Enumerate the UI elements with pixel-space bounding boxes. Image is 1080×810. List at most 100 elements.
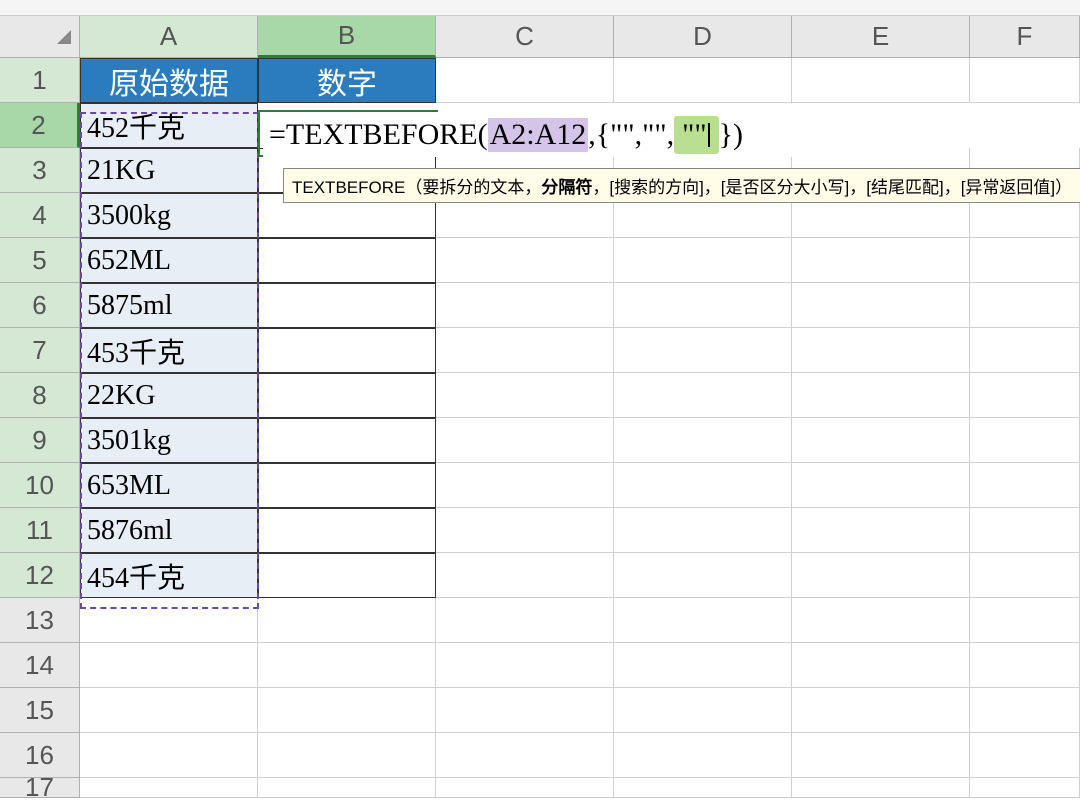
cell-f2[interactable] [970,103,1080,148]
col-header-e[interactable]: E [792,16,970,58]
cell-c6[interactable] [436,283,614,328]
cell-d8[interactable] [614,373,792,418]
cell-e12[interactable] [792,553,970,598]
cell-a17[interactable] [80,778,258,798]
formula-input[interactable]: =TEXTBEFORE(A2:A12,{"","",""}) [263,112,843,157]
cell-d6[interactable] [614,283,792,328]
cell-d13[interactable] [614,598,792,643]
cell-b8[interactable] [258,373,436,418]
cell-d1[interactable] [614,58,792,103]
cell-a15[interactable] [80,688,258,733]
cell-a11[interactable]: 5876ml [80,508,258,553]
row-header-15[interactable]: 15 [0,688,80,733]
cell-c5[interactable] [436,238,614,283]
cell-b6[interactable] [258,283,436,328]
row-header-13[interactable]: 13 [0,598,80,643]
cell-a14[interactable] [80,643,258,688]
cell-e5[interactable] [792,238,970,283]
cell-f12[interactable] [970,553,1080,598]
row-header-5[interactable]: 5 [0,238,80,283]
select-all-corner[interactable] [0,16,80,58]
cell-f16[interactable] [970,733,1080,778]
cell-b11[interactable] [258,508,436,553]
cell-b12[interactable] [258,553,436,598]
cell-c17[interactable] [436,778,614,798]
cell-f11[interactable] [970,508,1080,553]
cell-f7[interactable] [970,328,1080,373]
cell-e13[interactable] [792,598,970,643]
cell-c16[interactable] [436,733,614,778]
cell-b1[interactable]: 数字 [258,58,436,103]
col-header-c[interactable]: C [436,16,614,58]
row-header-2[interactable]: 2 [0,103,80,148]
row-header-9[interactable]: 9 [0,418,80,463]
cell-c1[interactable] [436,58,614,103]
row-header-4[interactable]: 4 [0,193,80,238]
cell-c7[interactable] [436,328,614,373]
cell-b16[interactable] [258,733,436,778]
cell-f15[interactable] [970,688,1080,733]
cell-c13[interactable] [436,598,614,643]
row-header-14[interactable]: 14 [0,643,80,688]
cell-a8[interactable]: 22KG [80,373,258,418]
cell-e6[interactable] [792,283,970,328]
row-header-1[interactable]: 1 [0,58,80,103]
row-header-11[interactable]: 11 [0,508,80,553]
cell-f17[interactable] [970,778,1080,798]
row-header-12[interactable]: 12 [0,553,80,598]
cell-b10[interactable] [258,463,436,508]
cell-d17[interactable] [614,778,792,798]
cell-a9[interactable]: 3501kg [80,418,258,463]
cell-d9[interactable] [614,418,792,463]
cell-e1[interactable] [792,58,970,103]
cell-b15[interactable] [258,688,436,733]
cell-e16[interactable] [792,733,970,778]
cell-b17[interactable] [258,778,436,798]
row-header-6[interactable]: 6 [0,283,80,328]
row-header-17[interactable]: 17 [0,778,80,798]
cell-a1[interactable]: 原始数据 [80,58,258,103]
col-header-f[interactable]: F [970,16,1080,58]
cell-a2[interactable]: 452千克 [80,103,258,148]
cell-e15[interactable] [792,688,970,733]
cell-f10[interactable] [970,463,1080,508]
cell-a13[interactable] [80,598,258,643]
cell-a5[interactable]: 652ML [80,238,258,283]
cell-a6[interactable]: 5875ml [80,283,258,328]
cell-c12[interactable] [436,553,614,598]
cell-d7[interactable] [614,328,792,373]
cell-b13[interactable] [258,598,436,643]
cell-a10[interactable]: 653ML [80,463,258,508]
cell-a16[interactable] [80,733,258,778]
cell-d14[interactable] [614,643,792,688]
cell-f1[interactable] [970,58,1080,103]
row-header-8[interactable]: 8 [0,373,80,418]
cell-b7[interactable] [258,328,436,373]
col-header-a[interactable]: A [80,16,258,58]
cell-c11[interactable] [436,508,614,553]
cell-d5[interactable] [614,238,792,283]
cell-b9[interactable] [258,418,436,463]
cell-c10[interactable] [436,463,614,508]
cell-d15[interactable] [614,688,792,733]
cell-b5[interactable] [258,238,436,283]
cell-d12[interactable] [614,553,792,598]
cell-e14[interactable] [792,643,970,688]
cell-f6[interactable] [970,283,1080,328]
cell-e17[interactable] [792,778,970,798]
cell-a7[interactable]: 453千克 [80,328,258,373]
cell-f14[interactable] [970,643,1080,688]
col-header-b[interactable]: B [258,16,436,58]
row-header-10[interactable]: 10 [0,463,80,508]
cell-d16[interactable] [614,733,792,778]
cell-c9[interactable] [436,418,614,463]
cell-f9[interactable] [970,418,1080,463]
cell-b14[interactable] [258,643,436,688]
cell-a12[interactable]: 454千克 [80,553,258,598]
cell-f5[interactable] [970,238,1080,283]
cell-e10[interactable] [792,463,970,508]
cell-f13[interactable] [970,598,1080,643]
cell-c15[interactable] [436,688,614,733]
cell-d10[interactable] [614,463,792,508]
cell-c8[interactable] [436,373,614,418]
